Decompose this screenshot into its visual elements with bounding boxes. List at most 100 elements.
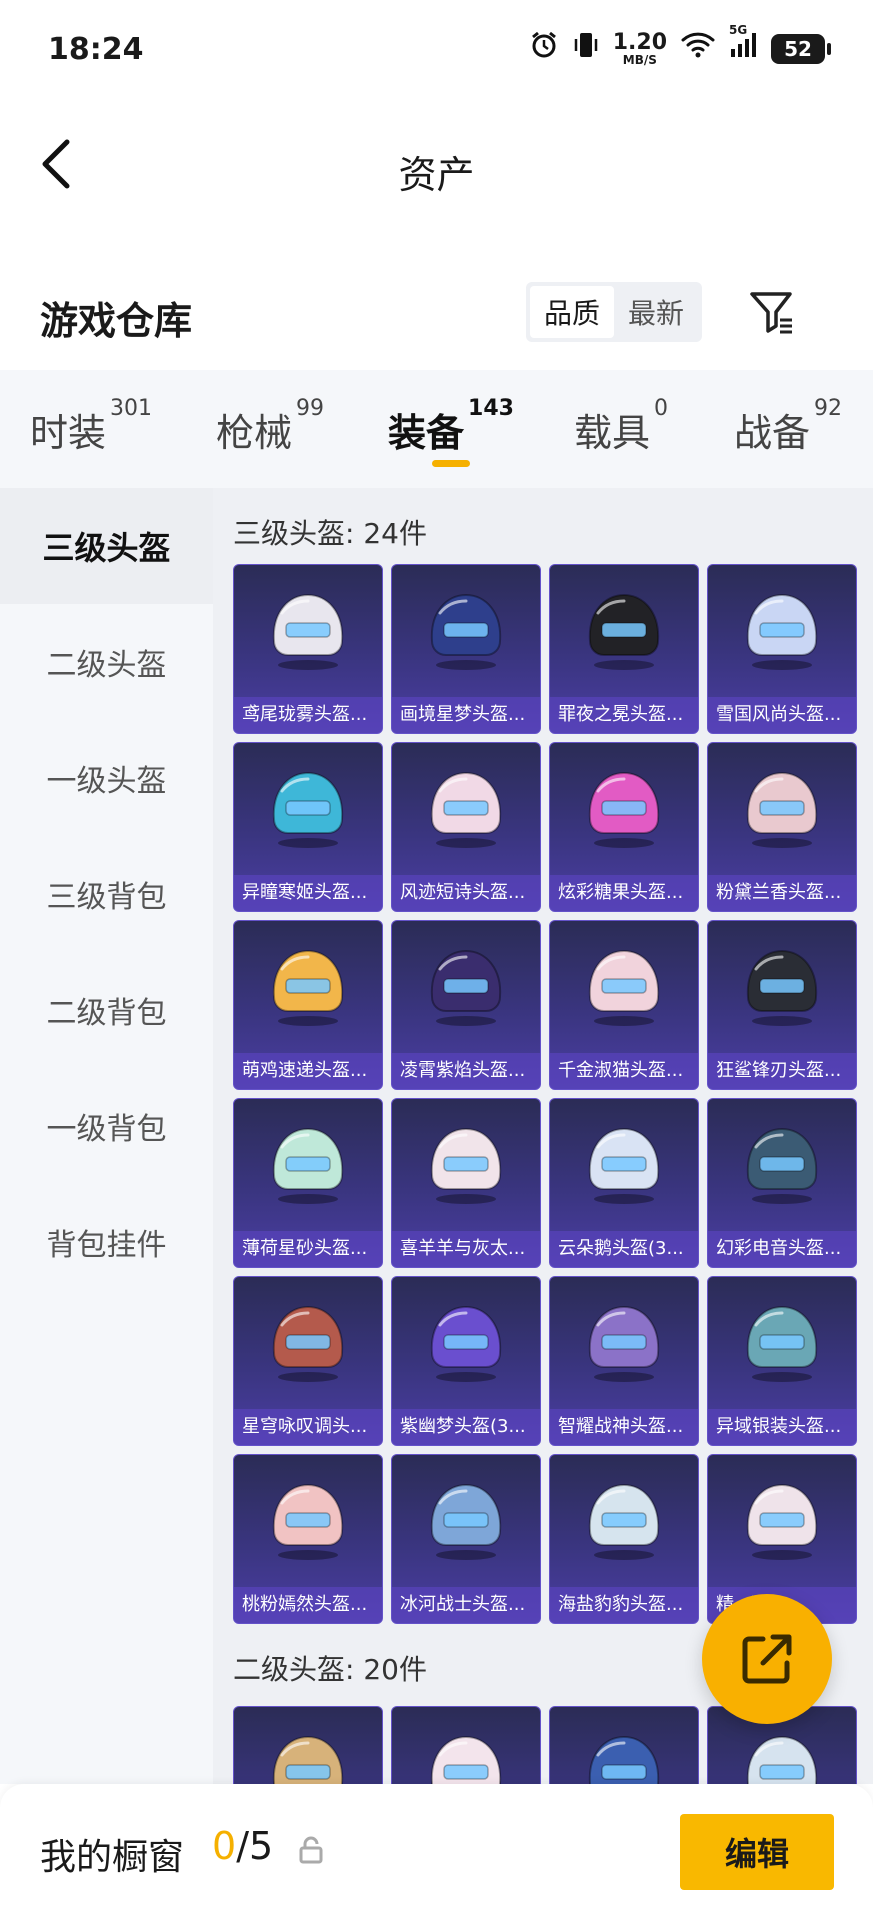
helmet-image <box>262 1725 354 1784</box>
item-name: 雪国风尚头盔... <box>708 697 856 733</box>
item-card[interactable]: 萌鸡速递头盔... <box>233 920 383 1090</box>
item-name: 凌霄紫焰头盔... <box>392 1053 540 1089</box>
edit-button[interactable]: 编辑 <box>680 1814 834 1890</box>
section-title-level3-helmet: 三级头盔: 24件 <box>233 517 427 550</box>
item-card[interactable]: 云朵鹅头盔(3... <box>549 1098 699 1268</box>
helmet-image <box>736 939 828 1031</box>
tab-fashion[interactable]: 时装301 <box>30 396 152 457</box>
signal-icon: 5G <box>729 23 757 66</box>
vibrate-icon <box>573 30 599 67</box>
item-card[interactable]: 粉黛兰香头盔... <box>707 742 857 912</box>
tab-count: 99 <box>296 396 325 421</box>
showcase-count: 0/5 <box>212 1824 273 1868</box>
sidebar-item-level3-backpack[interactable]: 三级背包 <box>0 836 213 952</box>
item-card[interactable]: 罪夜之冕头盔... <box>549 564 699 734</box>
item-name: 喜羊羊与灰太... <box>392 1231 540 1267</box>
status-time: 18:24 <box>48 32 144 67</box>
net-speed-value: 1.20 <box>612 29 667 55</box>
tab-supplies[interactable]: 战备92 <box>734 396 842 457</box>
item-card[interactable]: 鸢尾珑雾头盔... <box>233 564 383 734</box>
item-card[interactable] <box>391 1706 541 1784</box>
helmet-image <box>578 939 670 1031</box>
net-speed-unit: MB/S <box>622 52 657 67</box>
network-type: 5G <box>729 23 748 37</box>
nav-header: 资产 <box>0 104 873 224</box>
status-icons: 1.20 MB/S 5G 52 <box>529 23 831 67</box>
helmet-image <box>420 1473 512 1565</box>
warehouse-title: 游戏仓库 <box>40 299 193 343</box>
item-card[interactable]: 异域银装头盔... <box>707 1276 857 1446</box>
item-card[interactable]: 风迹短诗头盔... <box>391 742 541 912</box>
item-card[interactable]: 冰河战士头盔... <box>391 1454 541 1624</box>
battery-level: 52 <box>784 36 812 61</box>
active-tab-indicator <box>432 460 470 467</box>
item-card[interactable]: 海盐豹豹头盔... <box>549 1454 699 1624</box>
filter-button[interactable] <box>742 282 802 342</box>
item-name: 画境星梦头盔... <box>392 697 540 733</box>
share-external-icon <box>742 1634 792 1684</box>
helmet-image <box>420 939 512 1031</box>
item-name: 萌鸡速递头盔... <box>234 1053 382 1089</box>
helmet-image <box>578 1117 670 1209</box>
tab-count: 143 <box>468 396 514 421</box>
helmet-image <box>262 761 354 853</box>
item-grid-level3-helmet: 鸢尾珑雾头盔... 画境星梦头盔... 罪夜之冕头盔... 雪国风尚头盔... 异瞳寒姬… <box>233 564 857 1624</box>
helmet-image <box>420 1295 512 1387</box>
item-card[interactable]: 紫幽梦头盔(3... <box>391 1276 541 1446</box>
category-tabs: 时装301 枪械99 装备143 载具0 战备92 <box>0 370 873 488</box>
helmet-image <box>578 1473 670 1565</box>
item-card[interactable]: 喜羊羊与灰太... <box>391 1098 541 1268</box>
item-card[interactable]: 桃粉嫣然头盔... <box>233 1454 383 1624</box>
item-card[interactable]: 凌霄紫焰头盔... <box>391 920 541 1090</box>
showcase-title: 我的橱窗 <box>40 1837 185 1878</box>
sidebar-item-level1-backpack[interactable]: 一级背包 <box>0 1068 213 1184</box>
helmet-image <box>736 583 828 675</box>
helmet-image <box>578 583 670 675</box>
item-card[interactable] <box>549 1706 699 1784</box>
helmet-image <box>736 1725 828 1784</box>
item-card[interactable]: 幻彩电音头盔... <box>707 1098 857 1268</box>
item-card[interactable]: 星穹咏叹调头... <box>233 1276 383 1446</box>
item-card[interactable]: 异瞳寒姬头盔... <box>233 742 383 912</box>
item-name: 风迹短诗头盔... <box>392 875 540 911</box>
helmet-image <box>262 1117 354 1209</box>
helmet-image <box>420 1117 512 1209</box>
sidebar-item-level2-helmet[interactable]: 二级头盔 <box>0 604 213 720</box>
item-card[interactable]: 狂鲨锋刃头盔... <box>707 920 857 1090</box>
helmet-image <box>262 1473 354 1565</box>
tab-vehicles[interactable]: 载具0 <box>574 396 668 457</box>
item-card[interactable]: 雪国风尚头盔... <box>707 564 857 734</box>
helmet-image <box>578 761 670 853</box>
showcase-current: 0 <box>212 1824 237 1868</box>
item-name: 桃粉嫣然头盔... <box>234 1587 382 1623</box>
item-name: 冰河战士头盔... <box>392 1587 540 1623</box>
item-name: 智耀战神头盔... <box>550 1409 698 1445</box>
item-card[interactable]: 薄荷星砂头盔... <box>233 1098 383 1268</box>
sidebar-item-backpack-charm[interactable]: 背包挂件 <box>0 1184 213 1300</box>
sort-option-quality[interactable]: 品质 <box>530 286 614 338</box>
sidebar-item-level3-helmet[interactable]: 三级头盔 <box>0 488 213 604</box>
item-name: 粉黛兰香头盔... <box>708 875 856 911</box>
item-card[interactable]: 画境星梦头盔... <box>391 564 541 734</box>
item-name: 异瞳寒姬头盔... <box>234 875 382 911</box>
helmet-image <box>736 1117 828 1209</box>
tab-weapons[interactable]: 枪械99 <box>216 396 324 457</box>
share-button[interactable] <box>702 1594 832 1724</box>
item-card[interactable]: 千金淑猫头盔... <box>549 920 699 1090</box>
item-card[interactable]: 智耀战神头盔... <box>549 1276 699 1446</box>
sort-toggle: 品质 最新 <box>526 282 702 342</box>
item-name: 狂鲨锋刃头盔... <box>708 1053 856 1089</box>
helmet-image <box>262 583 354 675</box>
sort-option-latest[interactable]: 最新 <box>614 286 698 338</box>
tab-equipment[interactable]: 装备143 <box>388 396 514 457</box>
helmet-image <box>262 939 354 1031</box>
item-card[interactable]: 炫彩糖果头盔... <box>549 742 699 912</box>
sidebar-item-level1-helmet[interactable]: 一级头盔 <box>0 720 213 836</box>
filter-icon <box>750 292 792 334</box>
alarm-icon <box>529 30 559 67</box>
sidebar-item-level2-backpack[interactable]: 二级背包 <box>0 952 213 1068</box>
item-card[interactable] <box>233 1706 383 1784</box>
section-title-level2-helmet: 二级头盔: 20件 <box>233 1653 427 1686</box>
wifi-icon <box>681 31 715 66</box>
subcategory-sidebar: 三级头盔 二级头盔 一级头盔 三级背包 二级背包 一级背包 背包挂件 <box>0 488 213 1784</box>
